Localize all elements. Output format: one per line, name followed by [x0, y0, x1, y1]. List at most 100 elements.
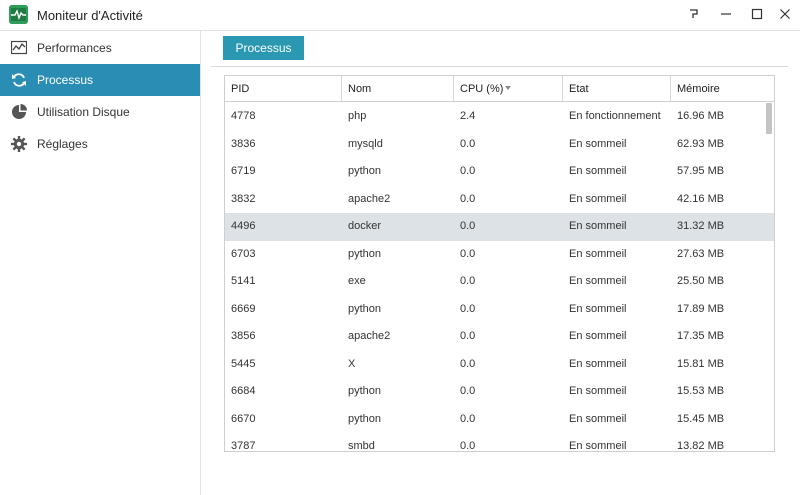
chart-icon — [11, 40, 27, 55]
table-row[interactable]: 6719 python 0.0 En sommeil 57.95 MB — [225, 158, 774, 186]
minimize-button[interactable] — [715, 3, 737, 25]
column-header-memoire[interactable]: Mémoire — [671, 76, 774, 102]
sidebar-item-processus[interactable]: Processus — [0, 64, 200, 96]
table-cell: 0.0 — [460, 440, 476, 452]
refresh-icon — [12, 73, 26, 87]
sidebar-item-label: Utilisation Disque — [37, 105, 130, 119]
table-cell: X — [348, 357, 356, 370]
process-table: PID Nom CPU (%) Etat Mémoire 4778 php 2.4 E… — [224, 75, 775, 452]
column-header-etat[interactable]: Etat — [563, 76, 671, 102]
table-cell: 15.45 MB — [677, 412, 725, 425]
table-cell: mysqld — [348, 137, 383, 150]
sidebar-item-performances[interactable]: Performances — [0, 32, 200, 64]
table-cell: 3856 — [231, 330, 256, 342]
column-header-label: Nom — [348, 83, 372, 95]
table-cell: 57.95 MB — [677, 165, 725, 177]
table-cell: 6719 — [231, 165, 256, 177]
sidebar-item-label: Réglages — [37, 137, 88, 151]
table-cell: apache2 — [348, 330, 391, 342]
table-cell: 3832 — [231, 192, 256, 205]
activity-monitor-app-icon — [9, 5, 28, 24]
table-cell: exe — [348, 275, 366, 287]
table-cell: 0.0 — [460, 192, 476, 205]
table-cell: smbd — [348, 440, 375, 452]
window-title: Moniteur d'Activité — [37, 8, 143, 23]
table-cell: 0.0 — [460, 302, 476, 315]
table-cell: En sommeil — [569, 302, 627, 315]
table-cell: 6684 — [231, 385, 256, 397]
table-cell: python — [348, 412, 382, 425]
table-cell: 0.0 — [460, 330, 476, 342]
table-cell: 0.0 — [460, 220, 476, 232]
sidebar-item-reglages[interactable]: Réglages — [0, 128, 200, 160]
table-cell: python — [348, 385, 382, 397]
table-cell: 4778 — [231, 110, 256, 122]
table-row[interactable]: 6670 python 0.0 En sommeil 15.45 MB — [225, 406, 774, 434]
column-header-cpu[interactable]: CPU (%) — [454, 76, 563, 102]
table-cell: 0.0 — [460, 357, 476, 370]
table-cell: php — [348, 110, 367, 122]
table-row[interactable]: 3856 apache2 0.0 En sommeil 17.35 MB — [225, 323, 774, 351]
table-cell: 3836 — [231, 137, 256, 150]
table-cell: 2.4 — [460, 110, 476, 122]
table-row[interactable]: 6684 python 0.0 En sommeil 15.53 MB — [225, 378, 774, 406]
table-cell: En sommeil — [569, 137, 627, 150]
table-cell: 31.32 MB — [677, 220, 725, 232]
table-cell: En sommeil — [569, 385, 627, 397]
table-cell: python — [348, 247, 382, 260]
table-cell: apache2 — [348, 192, 391, 205]
table-cell: 27.63 MB — [677, 247, 725, 260]
maximize-button[interactable] — [746, 3, 768, 25]
table-cell: python — [348, 165, 382, 177]
sidebar-item-utilisation-disque[interactable]: Utilisation Disque — [0, 96, 200, 128]
table-cell: docker — [348, 220, 382, 232]
table-cell: 15.53 MB — [677, 385, 725, 397]
help-button[interactable] — [683, 3, 705, 25]
close-button[interactable] — [774, 3, 796, 25]
table-cell: En sommeil — [569, 357, 627, 370]
vertical-scrollbar[interactable] — [765, 103, 772, 451]
table-cell: En sommeil — [569, 165, 627, 177]
table-row[interactable]: 5141 exe 0.0 En sommeil 25.50 MB — [225, 268, 774, 296]
table-cell: 62.93 MB — [677, 137, 725, 150]
table-row[interactable]: 6703 python 0.0 En sommeil 27.63 MB — [225, 241, 774, 269]
table-row[interactable]: 6669 python 0.0 En sommeil 17.89 MB — [225, 296, 774, 324]
column-header-label: CPU (%) — [460, 83, 504, 95]
table-row[interactable]: 3832 apache2 0.0 En sommeil 42.16 MB — [225, 186, 774, 214]
table-cell: En sommeil — [569, 412, 627, 425]
gear-icon — [11, 136, 27, 152]
table-cell: En sommeil — [569, 220, 627, 232]
minimize-icon — [721, 13, 731, 15]
table-row[interactable]: 4496 docker 0.0 En sommeil 31.32 MB — [225, 213, 774, 241]
table-header: PID Nom CPU (%) Etat Mémoire — [225, 76, 774, 102]
table-cell: 25.50 MB — [677, 275, 725, 287]
table-cell: 6703 — [231, 247, 256, 260]
sort-descending-icon — [505, 86, 511, 90]
pie-chart-icon — [12, 104, 27, 119]
close-icon — [780, 9, 790, 19]
column-header-label: PID — [231, 83, 250, 95]
table-cell: 0.0 — [460, 165, 476, 177]
table-cell: python — [348, 302, 382, 315]
table-cell: En sommeil — [569, 330, 627, 342]
table-cell: 0.0 — [460, 275, 476, 287]
table-cell: 6670 — [231, 412, 256, 425]
table-row[interactable]: 5445 X 0.0 En sommeil 15.81 MB — [225, 351, 774, 379]
table-cell: 42.16 MB — [677, 192, 725, 205]
table-cell: 0.0 — [460, 412, 476, 425]
column-header-nom[interactable]: Nom — [342, 76, 454, 102]
title-bar: Moniteur d'Activité — [0, 0, 800, 31]
tab-processus[interactable]: Processus — [223, 36, 304, 60]
table-cell: 0.0 — [460, 247, 476, 260]
table-cell: En fonctionnement — [569, 110, 661, 122]
table-cell: 17.89 MB — [677, 302, 725, 315]
scrollbar-thumb[interactable] — [766, 103, 772, 134]
table-cell: 17.35 MB — [677, 330, 725, 342]
table-row[interactable]: 3836 mysqld 0.0 En sommeil 62.93 MB — [225, 131, 774, 159]
help-icon — [690, 9, 698, 18]
table-row[interactable]: 3787 smbd 0.0 En sommeil 13.82 MB — [225, 433, 774, 452]
table-cell: 4496 — [231, 220, 256, 232]
sidebar-item-label: Processus — [37, 73, 94, 87]
table-row[interactable]: 4778 php 2.4 En fonctionnement 16.96 MB — [225, 103, 774, 131]
column-header-pid[interactable]: PID — [225, 76, 342, 102]
